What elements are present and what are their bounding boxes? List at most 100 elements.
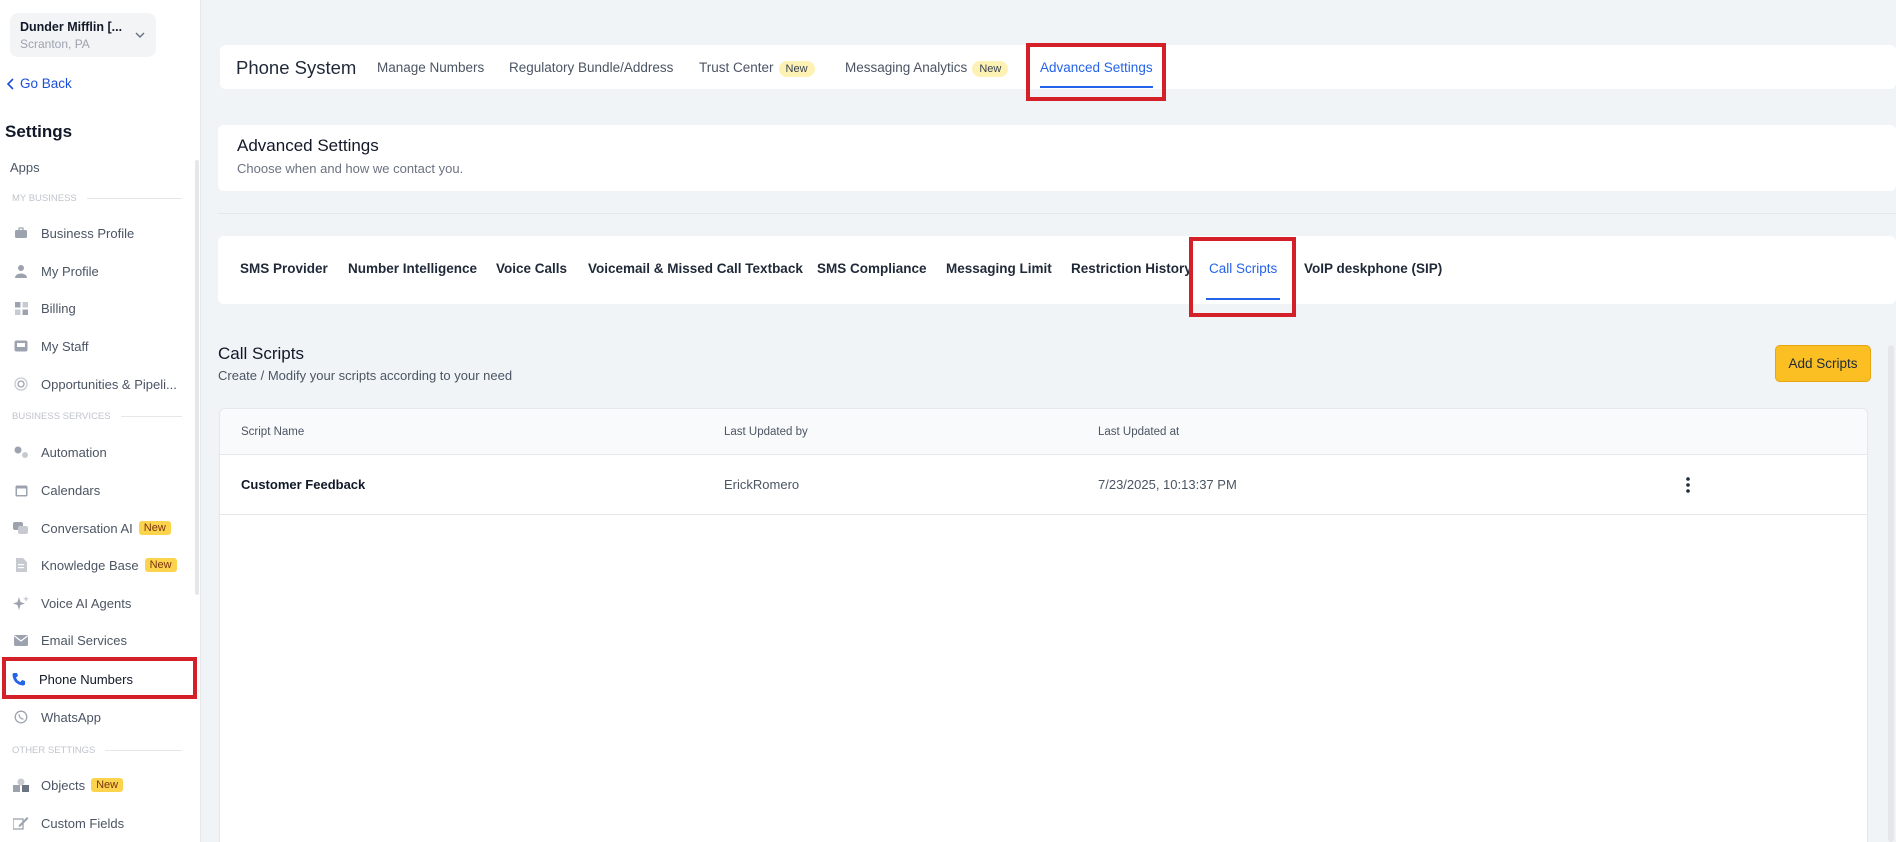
tab-messaging-analytics[interactable]: Messaging Analytics New <box>845 60 1009 77</box>
tab-number-intelligence[interactable]: Number Intelligence <box>348 261 477 276</box>
phone-icon <box>10 670 28 688</box>
column-header-last-updated-by[interactable]: Last Updated by <box>724 426 808 438</box>
grid-icon <box>12 299 30 317</box>
tab-restriction-history[interactable]: Restriction History <box>1071 261 1192 276</box>
sidebar-item-automation[interactable]: Automation <box>12 440 192 464</box>
sidebar-item-custom-fields[interactable]: Custom Fields <box>12 811 192 835</box>
tab-label: Messaging Analytics <box>845 60 968 75</box>
call-scripts-subtitle: Create / Modify your scripts according t… <box>218 368 513 383</box>
sidebar-item-phone-numbers[interactable]: Phone Numbers <box>10 667 190 691</box>
sidebar: Dunder Mifflin [... Scranton, PA Go Back… <box>0 0 201 842</box>
sidebar-item-my-staff[interactable]: My Staff <box>12 334 192 358</box>
edit-icon <box>12 814 30 832</box>
column-header-script-name[interactable]: Script Name <box>241 426 304 438</box>
tab-sms-provider[interactable]: SMS Provider <box>240 261 328 276</box>
table-row[interactable]: Customer Feedback ErickRomero 7/23/2025,… <box>220 455 1867 515</box>
divider <box>105 750 182 751</box>
sidebar-item-label: Objects <box>41 777 86 793</box>
sidebar-item-label: Automation <box>41 444 107 460</box>
chevron-left-icon <box>6 77 14 90</box>
tab-label: Advanced Settings <box>1040 60 1153 75</box>
settings-title: Settings <box>5 122 73 141</box>
divider <box>120 416 182 417</box>
tab-advanced-settings[interactable]: Advanced Settings <box>1040 60 1153 88</box>
add-scripts-button[interactable]: Add Scripts <box>1775 345 1871 382</box>
new-badge: New <box>138 521 171 535</box>
sidebar-item-label: Calendars <box>41 482 101 498</box>
sidebar-item-label: Opportunities & Pipeli... <box>41 376 177 392</box>
more-options-icon[interactable] <box>1681 475 1695 495</box>
section-other-settings: OTHER SETTINGS <box>12 745 182 756</box>
document-icon <box>12 556 30 574</box>
section-label: BUSINESS SERVICES <box>12 411 111 422</box>
tab-label: Trust Center <box>699 60 774 75</box>
sidebar-item-label: Business Profile <box>41 225 135 241</box>
new-badge: New <box>778 61 815 77</box>
tab-voice-calls[interactable]: Voice Calls <box>496 261 567 276</box>
tab-voip-deskphone[interactable]: VoIP deskphone (SIP) <box>1304 261 1442 276</box>
chat-icon <box>12 519 30 537</box>
call-scripts-table: Script Name Last Updated by Last Updated… <box>219 408 1868 842</box>
calendar-icon <box>12 481 30 499</box>
sidebar-item-label: My Staff <box>41 338 89 354</box>
tab-sms-compliance[interactable]: SMS Compliance <box>817 261 927 276</box>
script-name-cell[interactable]: Customer Feedback <box>241 477 365 492</box>
tab-messaging-limit[interactable]: Messaging Limit <box>946 261 1052 276</box>
sidebar-item-email-services[interactable]: Email Services <box>12 628 192 652</box>
tab-trust-center[interactable]: Trust Center New <box>699 60 815 77</box>
tab-regulatory-bundle[interactable]: Regulatory Bundle/Address <box>509 60 673 75</box>
sidebar-item-whatsapp[interactable]: WhatsApp <box>12 705 192 729</box>
tab-voicemail-missed-call[interactable]: Voicemail & Missed Call Textback <box>588 261 803 276</box>
sidebar-item-knowledge-base[interactable]: Knowledge Base New <box>12 553 192 577</box>
phone-system-nav: Phone System Manage Numbers Regulatory B… <box>220 45 1896 89</box>
page-title: Phone System <box>236 57 357 78</box>
gears-icon <box>12 443 30 461</box>
section-business-services: BUSINESS SERVICES <box>12 411 182 422</box>
sidebar-item-label: Email Services <box>41 632 127 648</box>
main-scrollbar[interactable] <box>1888 345 1894 842</box>
table-header: Script Name Last Updated by Last Updated… <box>220 409 1867 455</box>
person-icon <box>12 262 30 280</box>
shapes-icon <box>12 776 30 794</box>
sidebar-item-conversation-ai[interactable]: Conversation AI New <box>12 516 192 540</box>
inbox-icon <box>12 337 30 355</box>
sidebar-item-label: WhatsApp <box>41 709 101 725</box>
sidebar-item-billing[interactable]: Billing <box>12 296 192 320</box>
sidebar-item-opportunities[interactable]: Opportunities & Pipeli... <box>12 372 192 396</box>
tab-manage-numbers[interactable]: Manage Numbers <box>377 60 484 75</box>
sidebar-item-label: Voice AI Agents <box>41 595 132 611</box>
sidebar-item-calendars[interactable]: Calendars <box>12 478 192 502</box>
sidebar-item-label: Knowledge Base <box>41 557 139 573</box>
sidebar-item-label: Custom Fields <box>41 815 125 831</box>
section-title: Advanced Settings <box>237 136 379 155</box>
advanced-settings-tabs: SMS Provider Number Intelligence Voice C… <box>218 236 1896 304</box>
sidebar-item-label: Conversation AI <box>41 520 133 536</box>
section-label: MY BUSINESS <box>12 193 77 204</box>
briefcase-icon <box>12 224 30 242</box>
sidebar-item-label: My Profile <box>41 263 99 279</box>
sidebar-item-my-profile[interactable]: My Profile <box>12 259 192 283</box>
sidebar-item-voice-ai-agents[interactable]: Voice AI Agents <box>12 591 192 615</box>
target-icon <box>12 375 30 393</box>
chevron-down-icon <box>135 32 145 39</box>
sidebar-item-business-profile[interactable]: Business Profile <box>12 221 192 245</box>
go-back-link[interactable]: Go Back <box>6 76 72 91</box>
mail-icon <box>12 631 30 649</box>
sidebar-item-apps[interactable]: Apps <box>10 160 40 175</box>
tab-label: Manage Numbers <box>377 60 485 75</box>
whatsapp-icon <box>12 708 30 726</box>
tab-label: Regulatory Bundle/Address <box>509 60 674 75</box>
sidebar-scrollbar[interactable] <box>195 160 199 595</box>
call-scripts-title: Call Scripts <box>218 344 304 363</box>
section-label: OTHER SETTINGS <box>12 745 96 756</box>
updated-by-cell: ErickRomero <box>724 477 800 492</box>
account-location: Scranton, PA <box>20 37 90 51</box>
new-badge: New <box>91 778 124 792</box>
column-header-last-updated-at[interactable]: Last Updated at <box>1098 426 1179 438</box>
updated-at-cell: 7/23/2025, 10:13:37 PM <box>1098 477 1237 492</box>
sparkle-icon <box>12 594 30 612</box>
go-back-label: Go Back <box>20 76 72 91</box>
account-switcher[interactable]: Dunder Mifflin [... Scranton, PA <box>10 13 156 57</box>
sidebar-item-objects[interactable]: Objects New <box>12 773 192 797</box>
tab-call-scripts[interactable]: Call Scripts <box>1205 261 1281 300</box>
